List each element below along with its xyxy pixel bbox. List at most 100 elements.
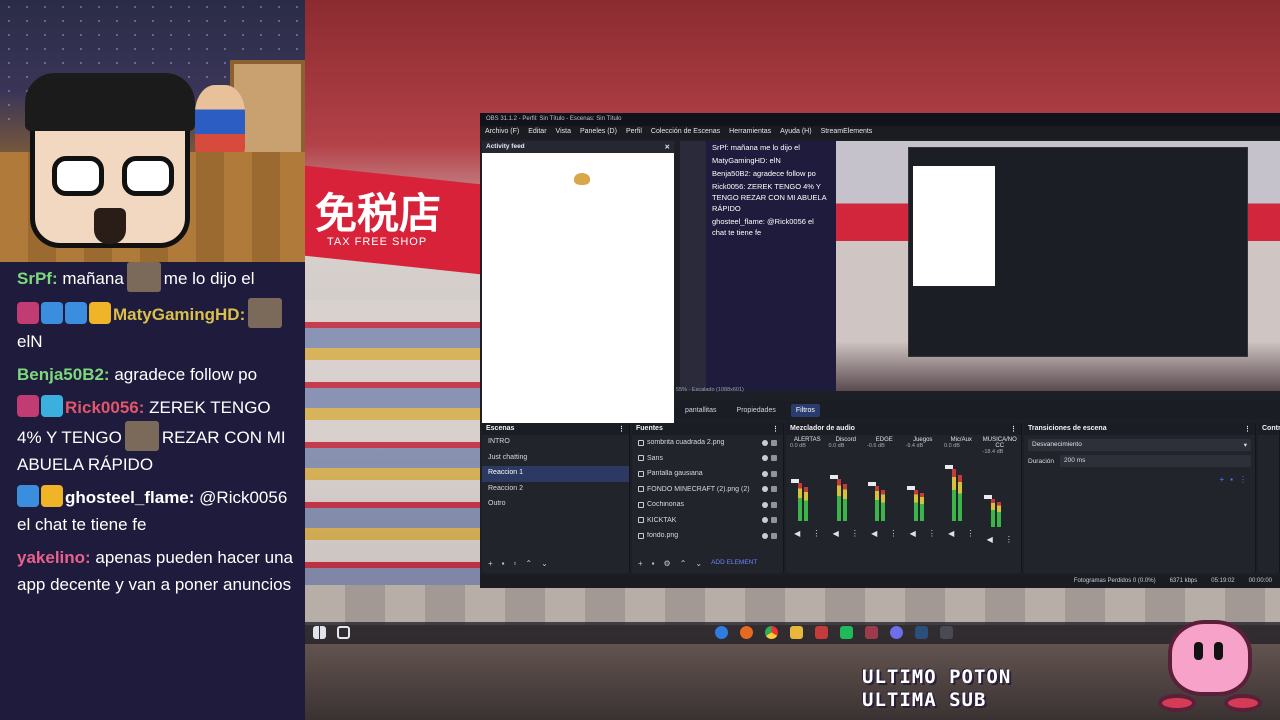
kick-icon[interactable] [840, 626, 853, 639]
gear-icon[interactable]: ⋮ [1005, 535, 1013, 544]
gear-icon[interactable]: ⚙ [664, 559, 671, 571]
eye-icon[interactable] [762, 532, 768, 539]
lock-icon[interactable] [771, 532, 777, 539]
volume-fader[interactable] [945, 464, 954, 469]
preview-scale-status: 55% · Escalado (1088x601) [676, 387, 744, 393]
source-item[interactable]: sombrita cuadrada 2.png [632, 435, 783, 451]
scene-item[interactable]: Just chatting [482, 451, 629, 467]
gear-icon[interactable]: ⋮ [928, 529, 936, 538]
chat-username[interactable]: MatyGamingHD: [113, 305, 245, 324]
discord-icon[interactable] [890, 626, 903, 639]
speaker-icon[interactable]: ◀ [948, 529, 954, 538]
search-icon[interactable] [337, 626, 350, 639]
eye-icon[interactable] [762, 517, 768, 524]
source-item[interactable]: FONDO MINECRAFT (2).png (2) [632, 482, 783, 498]
tab-filters[interactable]: Filtros [790, 403, 820, 417]
sources-title: Fuentes [636, 425, 663, 432]
firefox-icon[interactable] [740, 626, 753, 639]
dock-menu-icon[interactable]: ⋮ [1010, 425, 1017, 433]
lock-icon[interactable] [771, 439, 777, 446]
speaker-icon[interactable]: ◀ [833, 529, 839, 538]
volume-fader[interactable] [983, 495, 992, 499]
gear-icon[interactable]: ⋮ [966, 529, 974, 538]
menu-item[interactable]: Editar [528, 128, 546, 137]
gear-icon[interactable]: ⋮ [889, 529, 897, 538]
source-item[interactable]: Cochinonas [632, 497, 783, 513]
chat-username[interactable]: Benja50B2: [17, 365, 110, 384]
zoom-level: 55% [676, 387, 688, 393]
eye-icon[interactable] [762, 501, 768, 508]
app-icon[interactable] [865, 626, 878, 639]
chat-username[interactable]: ghosteel_flame: [65, 488, 194, 507]
add-icon[interactable]: + [488, 559, 493, 571]
menu-item[interactable]: Colección de Escenas [651, 128, 720, 137]
gear-icon[interactable]: ⋮ [812, 529, 820, 538]
lock-icon[interactable] [771, 455, 777, 462]
chrome-icon[interactable] [765, 626, 778, 639]
lock-icon[interactable] [771, 501, 777, 508]
chat-username[interactable]: Rick0056: [65, 398, 144, 417]
menu-item[interactable]: Perfil [626, 128, 642, 137]
menu-item[interactable]: Herramientas [729, 128, 771, 137]
close-icon[interactable]: ✕ [665, 143, 670, 151]
folder-icon[interactable] [790, 626, 803, 639]
windows-start-icon[interactable] [313, 626, 326, 639]
eye-icon[interactable] [762, 455, 768, 462]
eye-icon[interactable] [762, 470, 768, 477]
volume-fader[interactable] [829, 475, 838, 479]
scene-item[interactable]: Reaccion 2 [482, 482, 629, 498]
lock-icon[interactable] [771, 470, 777, 477]
dock-menu-icon[interactable]: ⋮ [618, 425, 625, 433]
up-icon[interactable]: ⌃ [680, 559, 687, 571]
scene-item[interactable]: Outro [482, 497, 629, 513]
menu-item[interactable]: Vista [556, 128, 571, 137]
menu-item[interactable]: Ayuda (H) [780, 128, 811, 137]
trash-icon[interactable]: ▪ [652, 559, 655, 571]
source-item[interactable]: fondo.png [632, 528, 783, 544]
tab-pantallitas[interactable]: pantallitas [680, 404, 722, 417]
trash-icon[interactable]: ▪ [502, 559, 505, 571]
eye-icon[interactable] [762, 486, 768, 493]
trash-icon[interactable]: ▪ [1230, 475, 1233, 484]
chat-username[interactable]: yakelino: [17, 548, 91, 567]
filter-icon[interactable]: ▫ [514, 559, 517, 571]
menu-icon[interactable]: ⋮ [1239, 475, 1247, 484]
dock-menu-icon[interactable]: ⋮ [772, 425, 779, 433]
lock-icon[interactable] [771, 517, 777, 524]
steam-icon[interactable] [915, 626, 928, 639]
add-icon[interactable]: + [1219, 475, 1224, 484]
tab-properties[interactable]: Propiedades [732, 404, 781, 417]
down-icon[interactable]: ⌄ [695, 559, 702, 571]
speaker-icon[interactable]: ◀ [910, 529, 916, 538]
volume-fader[interactable] [868, 482, 877, 486]
down-icon[interactable]: ⌄ [541, 559, 548, 571]
volume-fader[interactable] [906, 485, 915, 490]
menu-item[interactable]: StreamElements [821, 128, 873, 137]
scene-item[interactable]: INTRO [482, 435, 629, 451]
speaker-icon[interactable]: ◀ [794, 529, 800, 538]
speaker-icon[interactable]: ◀ [871, 529, 877, 538]
menu-item[interactable]: Archivo (F) [485, 128, 519, 137]
gear-icon[interactable]: ⋮ [851, 529, 859, 538]
menu-item[interactable]: Paneles (D) [580, 128, 617, 137]
transition-select[interactable]: Desvanecimiento ▾ [1028, 439, 1251, 451]
up-icon[interactable]: ⌃ [525, 559, 532, 571]
eye-icon[interactable] [762, 439, 768, 446]
obs-taskbar-icon[interactable] [940, 626, 953, 639]
lock-icon[interactable] [771, 486, 777, 493]
scene-item[interactable]: Reaccion 1 [482, 466, 629, 482]
volume-meter [868, 451, 899, 521]
app-icon[interactable] [815, 626, 828, 639]
dock-menu-icon[interactable]: ⋮ [1244, 425, 1251, 433]
volume-fader[interactable] [791, 478, 800, 483]
chat-username[interactable]: SrPf: [17, 269, 58, 288]
sources-header: Fuentes ⋮ [632, 423, 783, 435]
source-item[interactable]: Sans [632, 451, 783, 467]
source-item[interactable]: Pantalla gausiana [632, 466, 783, 482]
add-element-button[interactable]: ADD ELEMENT [711, 559, 757, 571]
source-item[interactable]: KICKTAK [632, 513, 783, 529]
add-icon[interactable]: + [638, 559, 643, 571]
duration-input[interactable]: 200 ms [1060, 455, 1251, 467]
speaker-icon[interactable]: ◀ [987, 535, 993, 544]
edge-icon[interactable] [715, 626, 728, 639]
